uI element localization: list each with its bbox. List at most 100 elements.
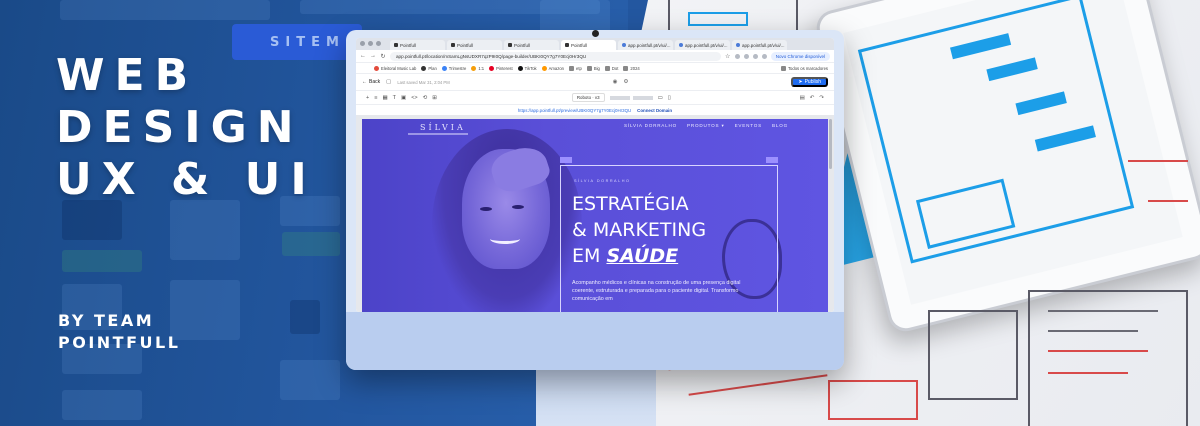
send-icon: ➤: [798, 79, 803, 85]
site-logo[interactable]: SÍLVIA: [420, 123, 466, 132]
profile-avatar[interactable]: [761, 53, 767, 59]
mobile-view-icon[interactable]: ▯: [668, 95, 671, 101]
url-input[interactable]: app.pointfull.pt/location/mSamLgNsUDXR7q…: [390, 51, 721, 61]
hero-heading-prefix: EM: [572, 245, 601, 267]
headline: WEB DESIGN UX & UI: [56, 50, 346, 206]
preview-eye-icon[interactable]: ◉: [613, 79, 618, 85]
website-hero[interactable]: SÍLVIA SÍLVIA DORRALHO PRODUTOS ▾ EVENTO…: [362, 119, 828, 312]
bookmark-item[interactable]: TikTok: [517, 65, 537, 71]
desktop-view-icon[interactable]: ▭: [658, 95, 663, 101]
browser-tab[interactable]: Pointfull: [390, 40, 445, 50]
headline-line-1: WEB: [56, 50, 199, 101]
hero-heading-line-2: & MARKETING: [572, 219, 707, 241]
reload-icon[interactable]: ↻: [380, 53, 386, 60]
site-nav: SÍLVIA DORRALHO PRODUTOS ▾ EVENTOS BLOG: [624, 123, 788, 129]
extension-icon[interactable]: [752, 53, 758, 59]
bookmark-favicon-icon: [471, 65, 477, 71]
bookmark-item[interactable]: Plan: [421, 65, 437, 71]
text-icon[interactable]: T: [393, 95, 396, 101]
byline-line-2: POINTFULL: [58, 333, 181, 352]
browser-tab[interactable]: app.pointfull.pt/v/ui/...: [732, 40, 787, 50]
minimize-window-icon[interactable]: [368, 41, 373, 46]
all-bookmarks[interactable]: Todos os marcadores: [780, 65, 834, 71]
portrait-smile: [490, 234, 520, 244]
image-icon[interactable]: ▣: [401, 95, 406, 101]
headline-line-3: UX & UI: [56, 154, 317, 205]
monitor-stand: [536, 370, 656, 426]
add-element-icon[interactable]: +: [366, 95, 369, 101]
ghost-wireframe: [62, 200, 122, 240]
browser-tab[interactable]: app.pointfull.pt/v/ui/...: [618, 40, 673, 50]
site-nav-item[interactable]: EVENTOS: [735, 123, 762, 129]
forward-arrow-icon[interactable]: →: [370, 53, 376, 59]
selection-handle[interactable]: [560, 157, 572, 163]
bookmark-item[interactable]: Eleitoral Music Lab: [374, 65, 416, 71]
pointfull-favicon-icon: [565, 43, 569, 47]
editor-canvas[interactable]: SÍLVIA SÍLVIA DORRALHO PRODUTOS ▾ EVENTO…: [356, 115, 834, 312]
maximize-window-icon[interactable]: [376, 41, 381, 46]
ghost-wireframe: [170, 200, 240, 260]
site-nav-item[interactable]: PRODUTOS ▾: [687, 123, 725, 129]
browser-window: Pointfull Pointfull Pointfull Pointfull …: [356, 38, 834, 312]
settings-icon[interactable]: ⚙: [623, 79, 628, 85]
ghost-wireframe: [280, 360, 340, 400]
camera-icon: [592, 30, 599, 37]
folder-icon: [604, 65, 610, 71]
undo-history-icon[interactable]: ⟲: [423, 95, 428, 101]
grid-icon[interactable]: ⊞: [432, 95, 437, 101]
browser-tab-active[interactable]: Pointfull: [561, 40, 616, 50]
hero-heading-line-1: ESTRATÉGIA: [572, 193, 689, 215]
tab-bar: Pointfull Pointfull Pointfull Pointfull …: [356, 38, 834, 50]
bookmark-favicon-icon: [441, 65, 447, 71]
layers-icon[interactable]: ≡: [374, 95, 377, 101]
star-icon[interactable]: ☆: [725, 53, 731, 60]
bookmark-folder[interactable]: Big: [586, 65, 600, 71]
browser-tab[interactable]: app.pointfull.pt/v/ui/...: [675, 40, 730, 50]
close-window-icon[interactable]: [360, 41, 365, 46]
bookmark-item[interactable]: Pinterest: [489, 65, 513, 71]
redo-icon[interactable]: ↷: [819, 95, 824, 101]
bookmark-folder[interactable]: etp: [569, 65, 582, 71]
bookmark-item[interactable]: Amazon: [541, 65, 564, 71]
undo-icon[interactable]: ↶: [810, 95, 815, 101]
folder-icon: [623, 65, 629, 71]
hero-heading-emphasis: SAÚDE: [606, 245, 679, 267]
bookmark-favicon-icon: [374, 65, 379, 71]
extension-icon[interactable]: [734, 53, 740, 59]
browser-tab[interactable]: Pointfull: [447, 40, 502, 50]
comment-icon[interactable]: ▤: [800, 95, 805, 101]
chrome-update-button[interactable]: Novo Chrome disponível: [770, 51, 830, 61]
portrait-eye: [512, 205, 524, 209]
folder-icon: [586, 65, 592, 71]
globe-icon: [622, 43, 626, 47]
amazon-icon: [541, 65, 547, 71]
extension-icon[interactable]: [743, 53, 749, 59]
bookmark-item[interactable]: 1:1: [471, 65, 484, 71]
page-icon[interactable]: ▢: [386, 79, 391, 85]
byline: BY TEAM POINTFULL: [58, 310, 180, 354]
publish-button[interactable]: ➤ Publish: [791, 77, 828, 87]
bookmark-item[interactable]: Trimestre: [441, 65, 466, 71]
back-button[interactable]: ← Back: [362, 79, 380, 85]
bookmark-folder[interactable]: Dot: [604, 65, 618, 71]
bookmark-folder[interactable]: 2024: [623, 65, 640, 71]
site-nav-item[interactable]: SÍLVIA DORRALHO: [624, 123, 677, 129]
site-nav-item[interactable]: BLOG: [772, 123, 788, 129]
back-arrow-icon[interactable]: ←: [360, 53, 366, 59]
font-selector[interactable]: Roboto · v3: [571, 93, 605, 102]
pointfull-favicon-icon: [451, 43, 455, 47]
canvas-scrollbar[interactable]: [829, 119, 832, 169]
browser-tab[interactable]: Pointfull: [504, 40, 559, 50]
connect-domain-link[interactable]: Connect Domain: [637, 108, 672, 113]
code-icon[interactable]: <>: [411, 95, 417, 101]
monitor: Pointfull Pointfull Pointfull Pointfull …: [346, 30, 844, 370]
sketch-box: [928, 310, 1018, 400]
preview-url-link[interactable]: https://app.pointfull.pt/preview/UBKI0QY…: [518, 108, 631, 113]
sketch-box: [828, 380, 918, 420]
tiktok-icon: [517, 65, 523, 71]
folder-icon: [780, 65, 786, 71]
sections-icon[interactable]: ▦: [382, 95, 387, 101]
selection-handle[interactable]: [766, 157, 778, 163]
hero-paragraph: Acompanho médicos e clínicas na construç…: [572, 280, 741, 302]
ghost-wireframe: [60, 0, 270, 20]
